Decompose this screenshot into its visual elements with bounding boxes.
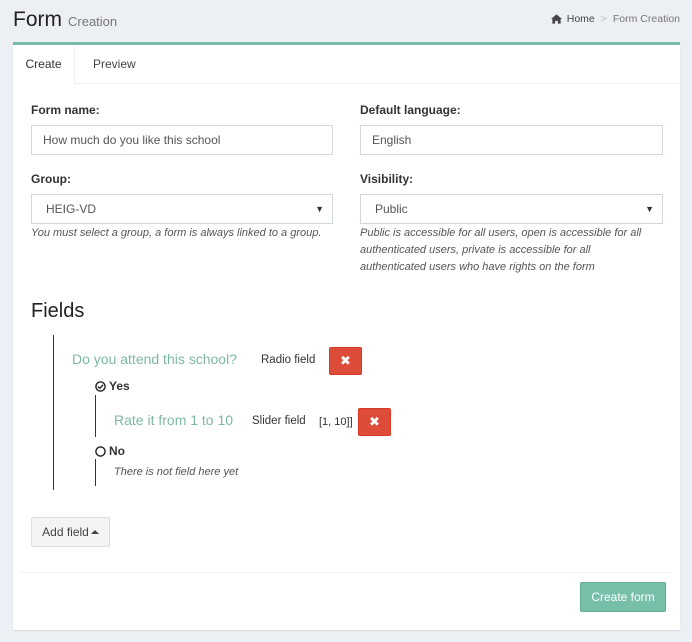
group-select[interactable]: HEIG-VD ▼ bbox=[31, 194, 333, 224]
add-field-label: Add field bbox=[42, 525, 89, 539]
visibility-select-value: Public bbox=[375, 202, 408, 216]
group-label: Group: bbox=[31, 172, 71, 186]
choice-no[interactable]: No bbox=[95, 444, 125, 458]
choice-no-label: No bbox=[109, 444, 125, 458]
visibility-select[interactable]: Public ▼ bbox=[360, 194, 663, 224]
visibility-help-text: Public is accessible for all users, open… bbox=[360, 225, 675, 276]
tab-create[interactable]: Create bbox=[13, 45, 75, 85]
times-icon: ✖ bbox=[369, 414, 380, 429]
page-title: Form bbox=[13, 8, 62, 31]
form-box: Create Preview Form name: How much do yo… bbox=[13, 42, 680, 630]
breadcrumb-current: Form Creation bbox=[612, 13, 680, 25]
slider-range-label: [1, 10]] bbox=[319, 416, 353, 428]
visibility-help-line: Public is accessible for all users, open… bbox=[360, 227, 642, 239]
create-form-button[interactable]: Create form bbox=[580, 582, 666, 612]
page-header: Form Creation Home > Form Creation bbox=[13, 8, 680, 38]
footer-divider bbox=[21, 572, 672, 573]
default-language-label: Default language: bbox=[360, 103, 461, 117]
choice-yes[interactable]: Yes bbox=[95, 379, 130, 393]
default-language-input[interactable]: English bbox=[360, 125, 663, 155]
check-circle-icon bbox=[95, 380, 106, 392]
group-select-value: HEIG-VD bbox=[46, 202, 97, 216]
empty-choice-note: There is not field here yet bbox=[114, 466, 239, 478]
breadcrumb: Home > Form Creation bbox=[550, 13, 680, 25]
visibility-help-line: authenticated users, private is accessib… bbox=[360, 244, 591, 256]
times-icon: ✖ bbox=[340, 353, 351, 368]
add-field-button[interactable]: Add field bbox=[31, 517, 110, 547]
delete-sub-field-button[interactable]: ✖ bbox=[358, 408, 391, 436]
tab-bar: Create Preview bbox=[13, 45, 680, 85]
fields-heading: Fields bbox=[31, 300, 85, 322]
form-name-label: Form name: bbox=[31, 103, 100, 117]
question-title[interactable]: Do you attend this school? bbox=[72, 351, 237, 367]
chevron-down-icon: ▼ bbox=[645, 204, 654, 214]
field-tree-line bbox=[53, 335, 54, 490]
delete-field-button[interactable]: ✖ bbox=[329, 347, 362, 375]
choice-yes-label: Yes bbox=[109, 379, 130, 393]
visibility-help-line: authenticated users who have rights on t… bbox=[360, 261, 595, 273]
chevron-down-icon: ▼ bbox=[315, 204, 324, 214]
page-subtitle: Creation bbox=[68, 14, 118, 29]
choice-yes-line bbox=[95, 395, 96, 437]
visibility-label: Visibility: bbox=[360, 172, 414, 186]
home-icon bbox=[550, 14, 562, 24]
field-type-label: Radio field bbox=[261, 354, 316, 366]
caret-up-icon bbox=[90, 529, 99, 534]
form-name-input[interactable]: How much do you like this school bbox=[31, 125, 333, 155]
tab-preview[interactable]: Preview bbox=[93, 45, 136, 84]
group-help-text: You must select a group, a form is alway… bbox=[31, 227, 322, 239]
sub-field-type-label: Slider field bbox=[252, 415, 306, 427]
sub-question-title[interactable]: Rate it from 1 to 10 bbox=[114, 412, 233, 428]
breadcrumb-separator: > bbox=[600, 13, 607, 25]
choice-no-line bbox=[95, 459, 96, 486]
circle-icon bbox=[95, 445, 106, 457]
breadcrumb-home-link[interactable]: Home bbox=[567, 13, 595, 25]
